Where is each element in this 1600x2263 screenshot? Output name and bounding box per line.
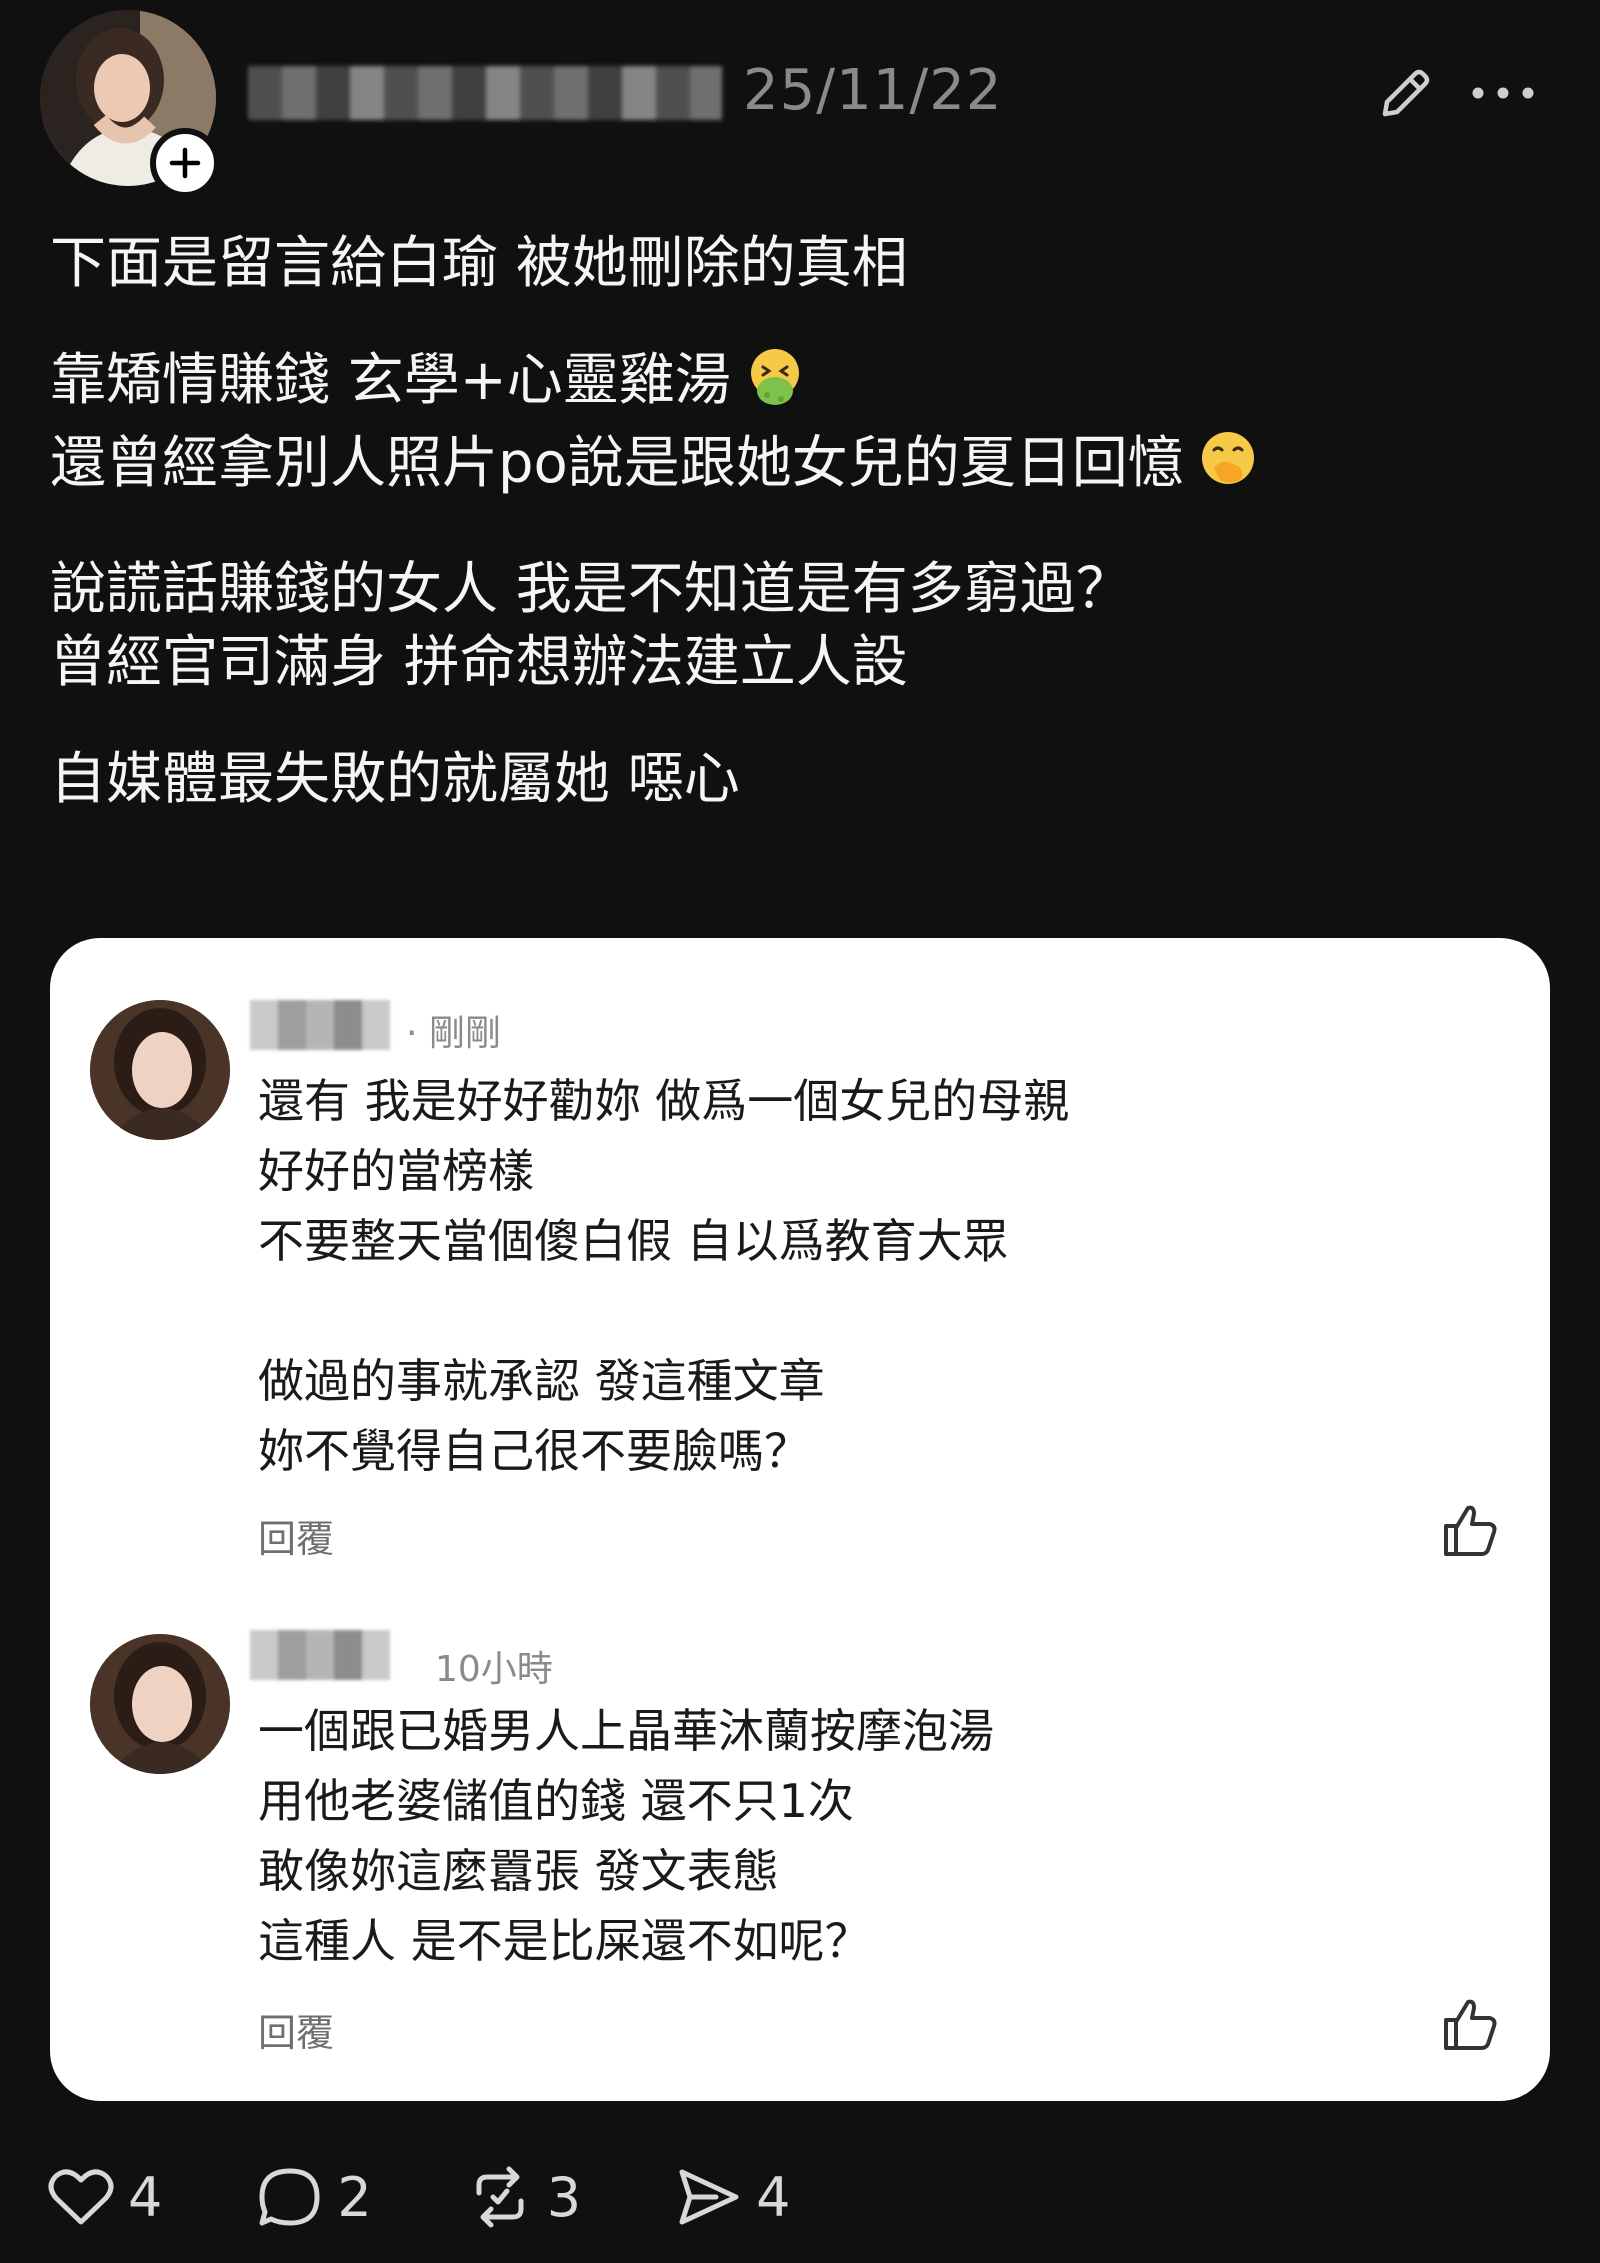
share-count: 4 — [756, 2165, 791, 2229]
commenter-avatar — [90, 1000, 230, 1140]
plus-icon — [169, 147, 201, 179]
commenter-name-blurred — [250, 1000, 390, 1050]
edit-icon[interactable] — [1375, 64, 1435, 124]
post-line: 還曾經拿別人照片po說是跟她女兒的夏日回憶 — [50, 428, 1550, 511]
thumbs-up-icon[interactable] — [1440, 1500, 1500, 1560]
repost-icon — [476, 2166, 524, 2228]
like-count: 4 — [128, 2165, 163, 2229]
more-options-icon[interactable] — [1468, 78, 1538, 108]
comment-screenshot-card[interactable]: · 剛剛 還有 我是好好勸妳 做爲一個女兒的母親 好好的當榜樣 不要整天當個傻白… — [50, 938, 1550, 2101]
like-button[interactable]: 4 — [48, 2166, 162, 2229]
comment-icon — [259, 2168, 320, 2226]
heart-icon — [48, 2169, 114, 2225]
commenter-name-blurred — [250, 1630, 390, 1680]
commenter-avatar — [90, 1634, 230, 1774]
vomiting-face-icon — [743, 345, 807, 428]
post-line: 說謊話賺錢的女人 我是不知道是有多窮過？ — [50, 557, 1132, 623]
post-actions: 4 2 3 4 — [48, 2162, 885, 2232]
post-line: 靠矯情賺錢 玄學+心靈雞湯 — [50, 345, 1550, 428]
reply-button[interactable]: 回覆 — [258, 2002, 334, 2057]
thumbs-up-icon[interactable] — [1440, 1994, 1500, 2054]
comment-text: 還有 我是好好勸妳 做爲一個女兒的母親 好好的當榜樣 不要整天當個傻白假 自以爲… — [258, 1074, 1070, 1478]
comment-count: 2 — [337, 2165, 372, 2229]
author-name-blurred[interactable] — [248, 66, 722, 120]
reply-button[interactable]: 回覆 — [258, 1508, 334, 1563]
face-with-hand-over-mouth-icon — [1196, 428, 1260, 511]
share-button[interactable]: 4 — [676, 2166, 790, 2229]
post-date: 25/11/22 — [743, 58, 1003, 123]
follow-button[interactable] — [150, 128, 220, 198]
comment-button[interactable]: 2 — [257, 2165, 372, 2229]
post-line: 下面是留言給白瑜 被她刪除的真相 — [50, 231, 908, 296]
send-icon — [679, 2169, 739, 2225]
comment-time: · 剛剛 — [406, 1013, 501, 1054]
repost-button[interactable]: 3 — [467, 2165, 581, 2229]
comment-time: 10小時 — [435, 1649, 553, 1690]
author-avatar-wrap[interactable] — [40, 10, 220, 198]
post-body: 下面是留言給白瑜 被她刪除的真相 靠矯情賺錢 玄學+心靈雞湯 還曾經拿別人照片p… — [50, 228, 1550, 817]
repost-count: 3 — [546, 2165, 582, 2229]
post-line: 曾經官司滿身 拼命想辦法建立人設 — [50, 630, 908, 696]
post-line: 自媒體最失敗的就屬她 噁心 — [50, 746, 740, 812]
comment-text: 一個跟已婚男人上晶華沐蘭按摩泡湯 用他老婆儲值的錢 還不只1次 敢像妳這麼囂張 … — [258, 1704, 994, 1968]
